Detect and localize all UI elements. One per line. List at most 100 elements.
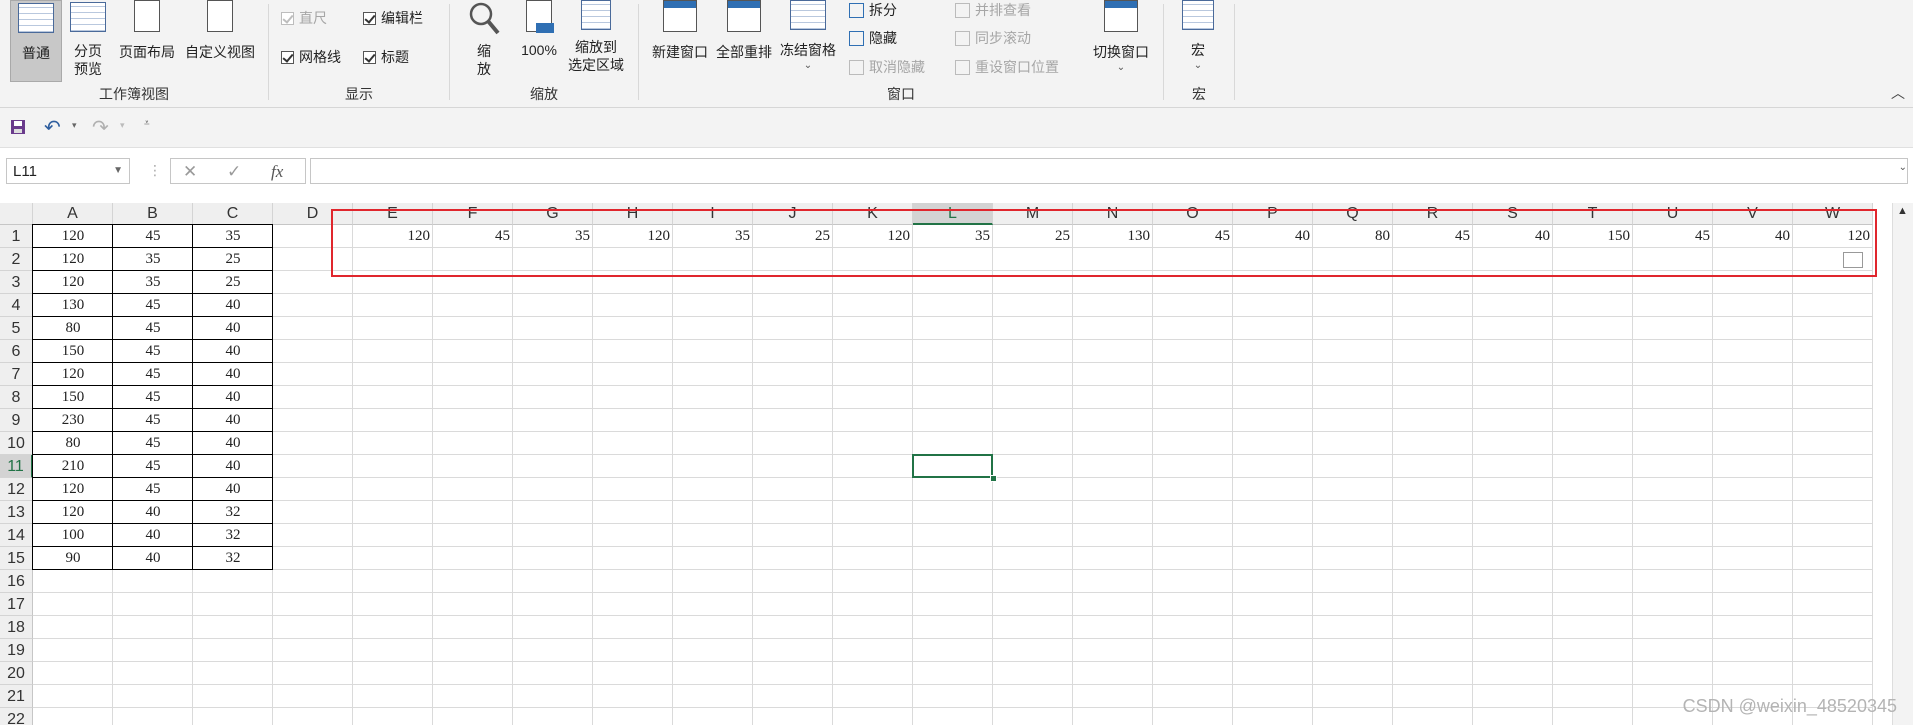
cell-c3[interactable]: 25 xyxy=(193,271,273,294)
cell-c12[interactable]: 40 xyxy=(193,478,273,501)
zoom-100-button[interactable]: 100% xyxy=(516,0,562,58)
cell-c8[interactable]: 40 xyxy=(193,386,273,409)
row-header-2[interactable]: 2 xyxy=(0,248,33,271)
cell-c2[interactable]: 25 xyxy=(193,248,273,271)
custom-views-button[interactable]: 自定义视图 xyxy=(180,0,260,62)
cell-a3[interactable]: 120 xyxy=(33,271,113,294)
row-header-6[interactable]: 6 xyxy=(0,340,33,363)
row-header-14[interactable]: 14 xyxy=(0,524,33,547)
reset-position-button[interactable]: 重设窗口位置 xyxy=(955,57,1059,77)
redo-icon[interactable]: ↷ xyxy=(92,115,109,140)
cell-b10[interactable]: 45 xyxy=(113,432,193,455)
row-header-10[interactable]: 10 xyxy=(0,432,33,455)
macros-button[interactable]: 宏 ⌄ xyxy=(1178,0,1218,71)
cell-a15[interactable]: 90 xyxy=(33,547,113,570)
column-header-b[interactable]: B xyxy=(113,203,193,225)
undo-icon[interactable]: ↶ xyxy=(44,115,61,140)
cell-b8[interactable]: 45 xyxy=(113,386,193,409)
cell-c5[interactable]: 40 xyxy=(193,317,273,340)
fill-handle[interactable] xyxy=(990,475,997,482)
row-header-20[interactable]: 20 xyxy=(0,662,33,685)
cell-b13[interactable]: 40 xyxy=(113,501,193,524)
row-header-17[interactable]: 17 xyxy=(0,593,33,616)
cell-b12[interactable]: 45 xyxy=(113,478,193,501)
cell-a7[interactable]: 120 xyxy=(33,363,113,386)
cell-a10[interactable]: 80 xyxy=(33,432,113,455)
sync-scroll-button[interactable]: 同步滚动 xyxy=(955,28,1031,48)
row-header-15[interactable]: 15 xyxy=(0,547,33,570)
cell-b2[interactable]: 35 xyxy=(113,248,193,271)
hide-button[interactable]: 隐藏 xyxy=(849,28,897,48)
enter-icon[interactable]: ✓ xyxy=(227,162,241,182)
row-header-5[interactable]: 5 xyxy=(0,317,33,340)
worksheet-grid[interactable]: A B C D E F G H I J K L M N O P Q R S T U V W 1 2 3 4 5 6 7 8 9 10 11 12 13… xyxy=(0,203,1893,725)
cell-b6[interactable]: 45 xyxy=(113,340,193,363)
cell-b3[interactable]: 35 xyxy=(113,271,193,294)
cell-b4[interactable]: 45 xyxy=(113,294,193,317)
cell-a5[interactable]: 80 xyxy=(33,317,113,340)
cell-a1[interactable]: 120 xyxy=(33,225,113,248)
cell-b11[interactable]: 45 xyxy=(113,455,193,478)
cell-c1[interactable]: 35 xyxy=(193,225,273,248)
row-header-12[interactable]: 12 xyxy=(0,478,33,501)
undo-dropdown-icon[interactable]: ▾ xyxy=(72,120,77,131)
cell-b14[interactable]: 40 xyxy=(113,524,193,547)
zoom-to-selection-button[interactable]: 缩放到 选定区域 xyxy=(562,0,630,74)
split-button[interactable]: 拆分 xyxy=(849,0,897,20)
row-header-16[interactable]: 16 xyxy=(0,570,33,593)
formula-bar-checkbox[interactable]: 编辑栏 xyxy=(363,8,423,28)
customize-qat-icon[interactable]: ⩡ xyxy=(144,118,150,129)
row-header-22[interactable]: 22 xyxy=(0,708,33,725)
row-header-13[interactable]: 13 xyxy=(0,501,33,524)
cell-c4[interactable]: 40 xyxy=(193,294,273,317)
paste-options-icon[interactable] xyxy=(1843,252,1863,268)
view-side-by-side-button[interactable]: 并排查看 xyxy=(955,0,1031,20)
row-header-3[interactable]: 3 xyxy=(0,271,33,294)
scroll-up-icon[interactable]: ▲ xyxy=(1897,205,1908,217)
new-window-button[interactable]: 新建窗口 xyxy=(649,0,711,62)
cell-b7[interactable]: 45 xyxy=(113,363,193,386)
page-break-preview-button[interactable]: 分页 预览 xyxy=(66,0,110,78)
cell-b9[interactable]: 45 xyxy=(113,409,193,432)
row-header-4[interactable]: 4 xyxy=(0,294,33,317)
insert-function-icon[interactable]: fx xyxy=(271,162,283,182)
row-header-9[interactable]: 9 xyxy=(0,409,33,432)
switch-windows-button[interactable]: 切换窗口 ⌄ xyxy=(1087,0,1155,73)
row-header-7[interactable]: 7 xyxy=(0,363,33,386)
unhide-button[interactable]: 取消隐藏 xyxy=(849,57,925,77)
cancel-icon[interactable]: ✕ xyxy=(183,162,197,182)
column-header-c[interactable]: C xyxy=(193,203,273,225)
row-header-11[interactable]: 11 xyxy=(0,455,33,478)
formula-input[interactable] xyxy=(310,158,1908,184)
select-all-corner[interactable] xyxy=(0,203,33,225)
cell-a2[interactable]: 120 xyxy=(33,248,113,271)
cell-c6[interactable]: 40 xyxy=(193,340,273,363)
expand-formula-bar-icon[interactable]: ⌄ xyxy=(1899,162,1907,173)
row-header-19[interactable]: 19 xyxy=(0,639,33,662)
collapse-ribbon-icon[interactable]: ︿ xyxy=(1891,83,1905,103)
row-header-8[interactable]: 8 xyxy=(0,386,33,409)
cell-c11[interactable]: 40 xyxy=(193,455,273,478)
cell-a11[interactable]: 210 xyxy=(33,455,113,478)
cell-c14[interactable]: 32 xyxy=(193,524,273,547)
cell-b15[interactable]: 40 xyxy=(113,547,193,570)
ruler-checkbox[interactable]: 直尺 xyxy=(281,8,327,28)
row-header-21[interactable]: 21 xyxy=(0,685,33,708)
cell-a9[interactable]: 230 xyxy=(33,409,113,432)
row-header-18[interactable]: 18 xyxy=(0,616,33,639)
vertical-scrollbar[interactable]: ▲ xyxy=(1892,203,1913,725)
column-header-a[interactable]: A xyxy=(33,203,113,225)
cell-a13[interactable]: 120 xyxy=(33,501,113,524)
cell-b5[interactable]: 45 xyxy=(113,317,193,340)
cell-a12[interactable]: 120 xyxy=(33,478,113,501)
save-icon[interactable] xyxy=(10,119,26,135)
row-header-1[interactable]: 1 xyxy=(0,225,33,248)
freeze-panes-button[interactable]: 冻结窗格 ⌄ xyxy=(777,0,839,71)
cell-c13[interactable]: 32 xyxy=(193,501,273,524)
chevron-down-icon[interactable]: ▼ xyxy=(113,165,123,176)
cell-c9[interactable]: 40 xyxy=(193,409,273,432)
selected-cell[interactable] xyxy=(912,454,993,478)
arrange-all-button[interactable]: 全部重排 xyxy=(713,0,775,62)
cell-b1[interactable]: 45 xyxy=(113,225,193,248)
cell-c10[interactable]: 40 xyxy=(193,432,273,455)
